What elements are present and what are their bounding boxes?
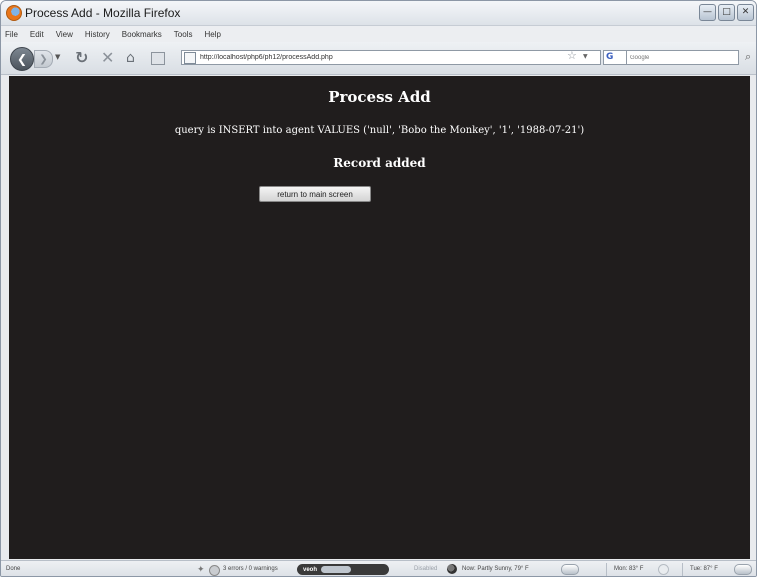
divider xyxy=(682,563,683,576)
site-identity-icon[interactable] xyxy=(184,52,196,64)
back-button[interactable]: ❮ xyxy=(10,47,34,71)
browser-window: Process Add - Mozilla Firefox — □ ✕ File… xyxy=(0,0,757,577)
maximize-icon[interactable]: □ xyxy=(718,4,735,21)
url-input[interactable] xyxy=(200,51,590,64)
bookmark-star-icon[interactable]: ☆ xyxy=(567,49,577,62)
menu-help[interactable]: Help xyxy=(204,30,220,39)
addon-icon[interactable]: ✦ xyxy=(197,564,205,575)
minimize-icon[interactable]: — xyxy=(699,4,716,21)
partly-cloudy-icon xyxy=(561,564,579,575)
veoh-addon[interactable]: veoh xyxy=(297,564,389,575)
search-icon[interactable]: ⌕ xyxy=(745,50,751,64)
search-input[interactable] xyxy=(630,51,730,64)
weather-globe-icon[interactable] xyxy=(447,564,457,574)
veoh-label: veoh xyxy=(303,566,318,573)
status-bar: Done ✦ 3 errors / 0 warnings veoh Disabl… xyxy=(1,560,756,576)
url-bar[interactable] xyxy=(181,50,601,65)
error-count[interactable]: 3 errors / 0 warnings xyxy=(223,566,278,572)
page-title: Process Add xyxy=(328,88,431,106)
window-title: Process Add - Mozilla Firefox xyxy=(25,6,181,20)
history-dropdown-icon[interactable]: ▼ xyxy=(55,53,60,61)
menu-history[interactable]: History xyxy=(85,30,110,39)
title-bar: Process Add - Mozilla Firefox — □ ✕ xyxy=(1,1,756,26)
stop-icon[interactable]: ✕ xyxy=(101,50,114,66)
menu-bar: File Edit View History Bookmarks Tools H… xyxy=(1,26,756,42)
status-text: Done xyxy=(6,566,21,572)
firefox-logo-icon xyxy=(6,5,22,21)
menu-edit[interactable]: Edit xyxy=(30,30,44,39)
window-controls: — □ ✕ xyxy=(699,4,754,21)
veoh-controls-icon[interactable] xyxy=(321,566,352,573)
error-console-icon[interactable] xyxy=(209,565,220,576)
query-text: query is INSERT into agent VALUES ('null… xyxy=(174,125,585,136)
menu-view[interactable]: View xyxy=(56,30,73,39)
status-message: Record added xyxy=(333,156,426,170)
addon-state[interactable]: Disabled xyxy=(414,566,437,572)
forward-button[interactable]: ❯ xyxy=(34,50,53,68)
page-content: Process Add query is INSERT into agent V… xyxy=(9,76,750,559)
menu-file[interactable]: File xyxy=(5,30,18,39)
sunny-icon xyxy=(658,564,669,575)
bookmarks-sidebar-icon[interactable] xyxy=(151,52,165,65)
menu-tools[interactable]: Tools xyxy=(174,30,193,39)
reload-icon[interactable]: ↻ xyxy=(75,50,88,66)
search-box[interactable] xyxy=(627,50,739,65)
divider xyxy=(606,563,607,576)
weather-now[interactable]: Now: Partly Sunny, 79° F xyxy=(462,566,529,572)
return-to-main-button[interactable]: return to main screen xyxy=(259,186,371,202)
url-dropdown-icon[interactable]: ▼ xyxy=(583,53,588,60)
partly-cloudy-icon xyxy=(734,564,752,575)
home-icon[interactable]: ⌂ xyxy=(126,50,135,66)
search-engine-selector[interactable]: G xyxy=(603,50,627,65)
navigation-toolbar: ❮ ❯ ▼ ↻ ✕ ⌂ ☆ ▼ G ⌕ xyxy=(1,42,756,75)
weather-monday[interactable]: Mon: 83° F xyxy=(614,566,643,572)
weather-tuesday[interactable]: Tue: 87° F xyxy=(690,566,718,572)
menu-bookmarks[interactable]: Bookmarks xyxy=(122,30,162,39)
close-icon[interactable]: ✕ xyxy=(737,4,754,21)
